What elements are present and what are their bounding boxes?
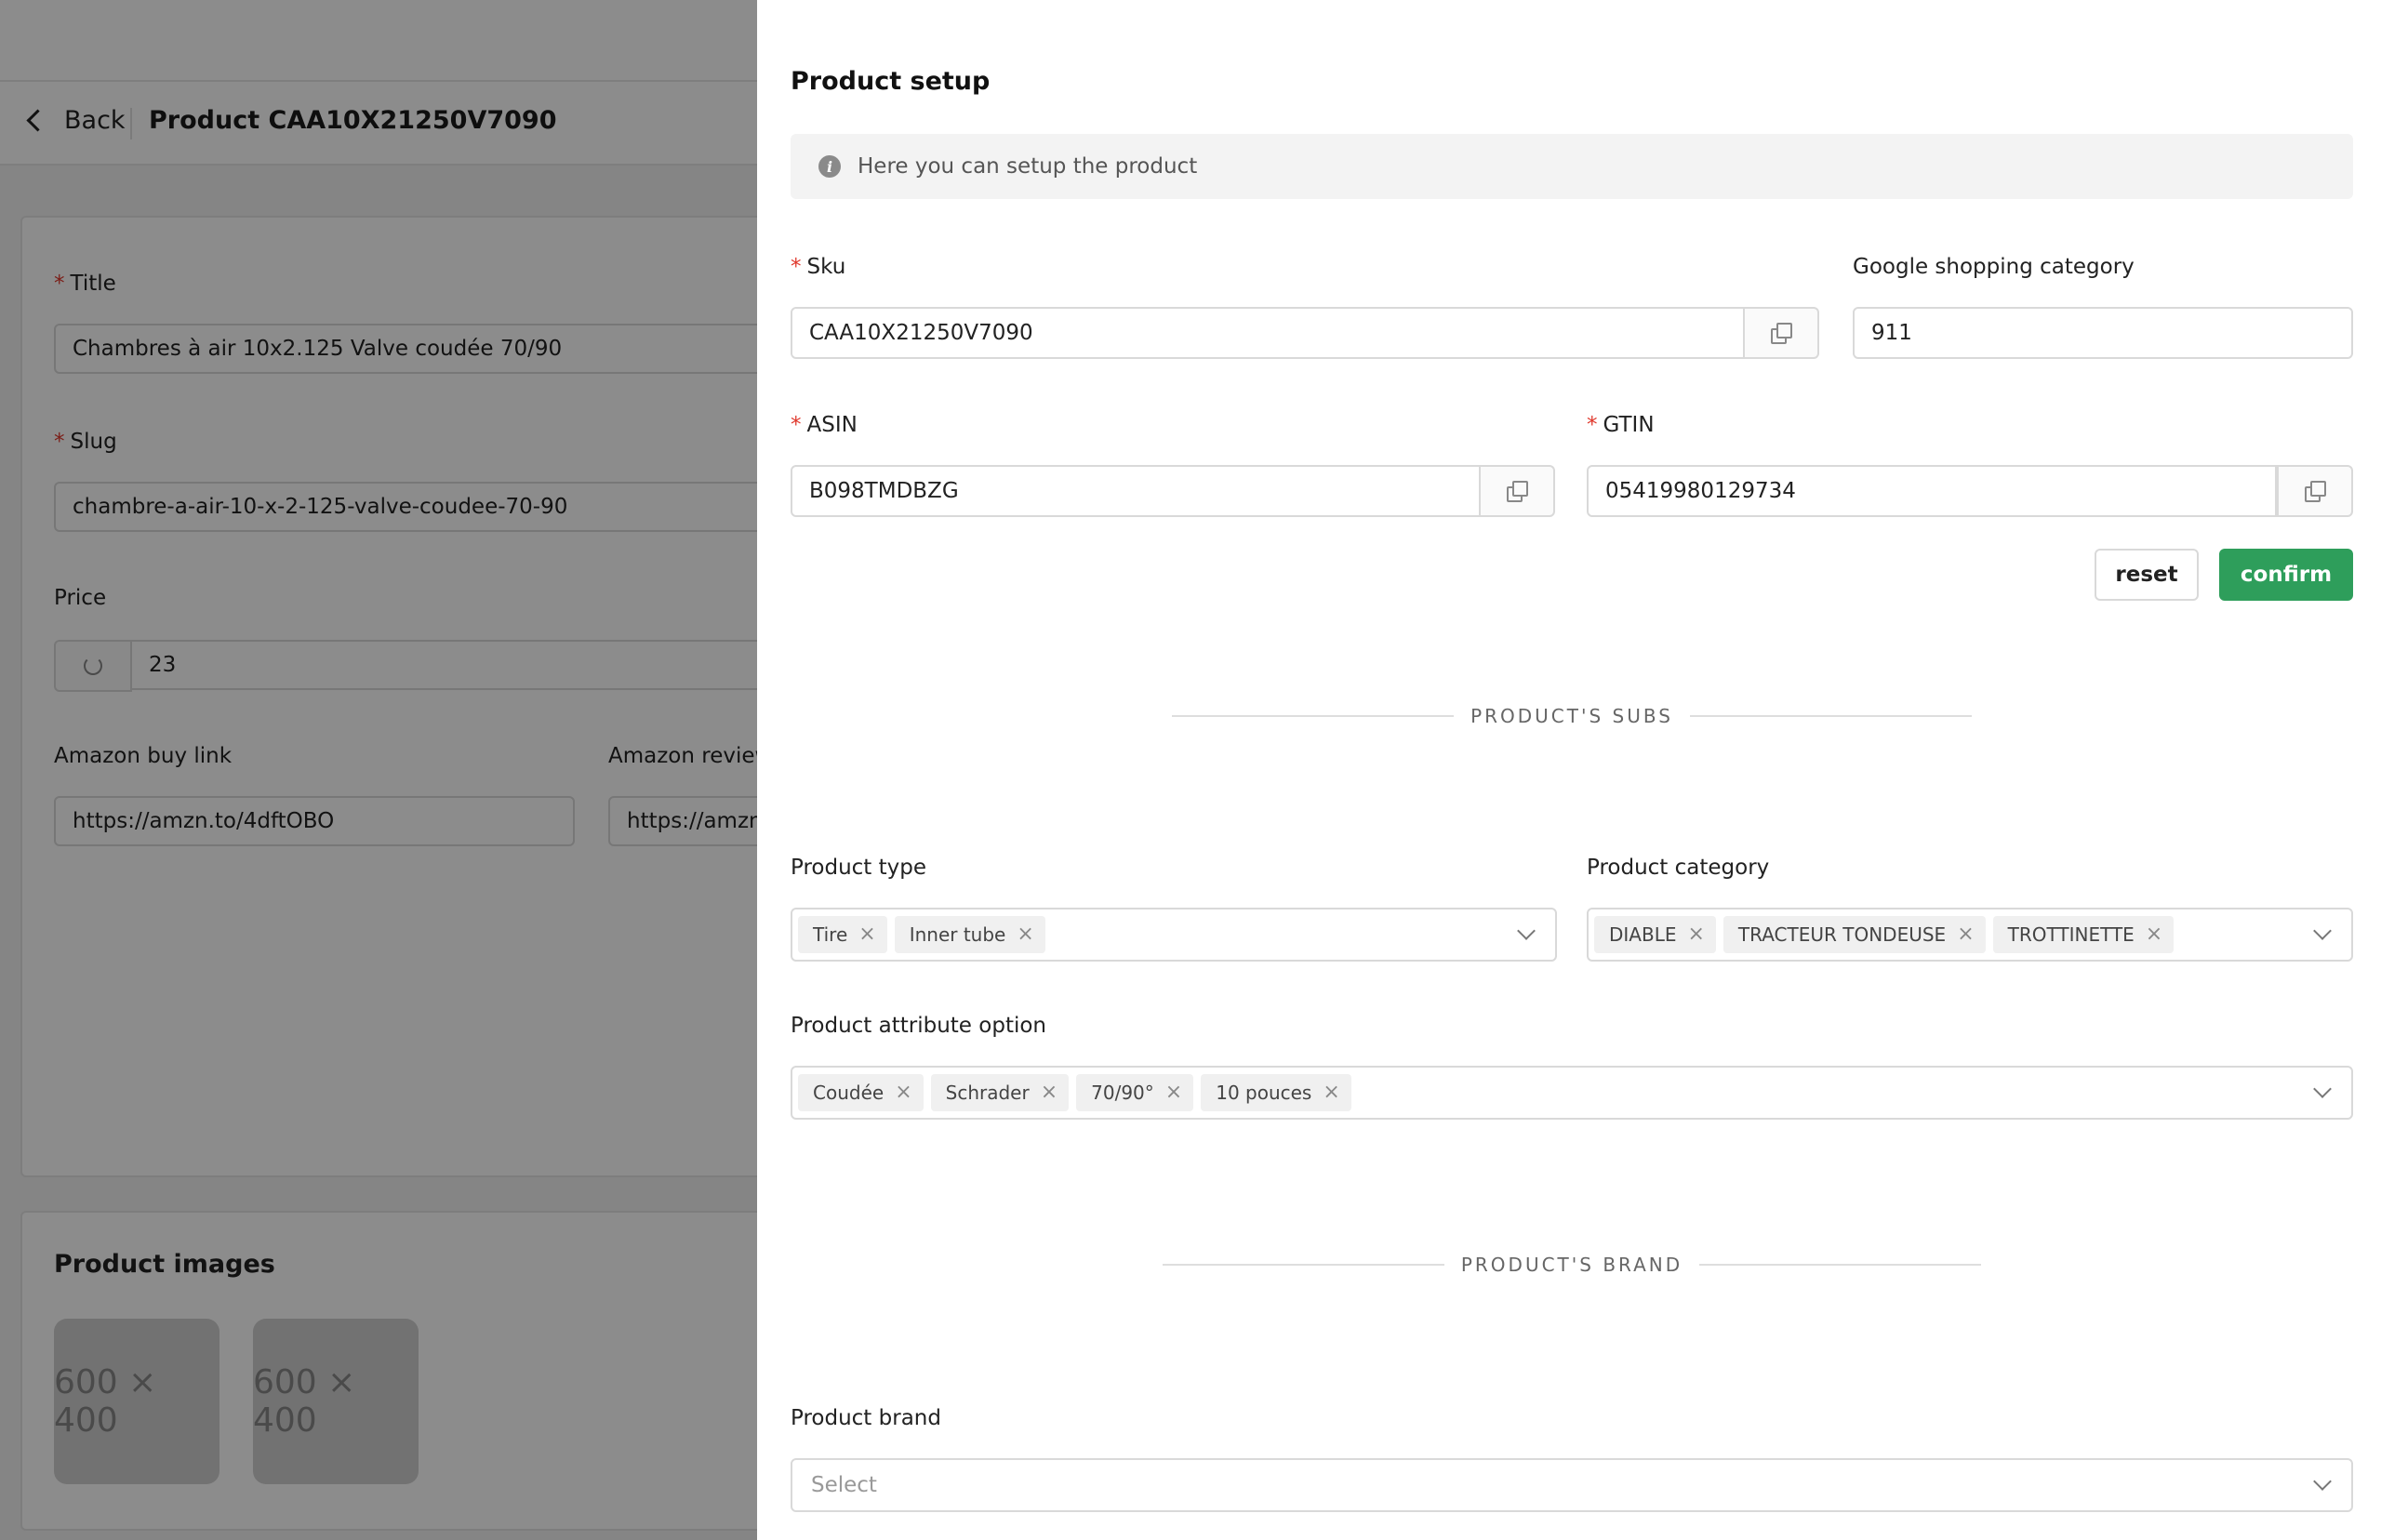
close-icon[interactable]: × (895, 1082, 911, 1103)
close-icon[interactable]: × (1017, 924, 1033, 945)
divider-line (1163, 1264, 1444, 1266)
gtin-input[interactable]: 05419980129734 (1587, 465, 2277, 517)
select-placeholder: Select (811, 1473, 877, 1497)
required-mark: * (1587, 413, 1598, 437)
tag: 70/90° × (1076, 1074, 1194, 1111)
product-category-select[interactable]: DIABLE × TRACTEUR TONDEUSE × TROTTINETTE × (1587, 908, 2353, 962)
close-icon[interactable]: × (1165, 1082, 1182, 1103)
chevron-down-icon (1517, 922, 1536, 940)
chevron-down-icon (2313, 1472, 2332, 1491)
asin-label: * ASIN (791, 413, 858, 437)
subs-divider: PRODUCT'S SUBS (1172, 705, 1972, 727)
asin-copy-button[interactable] (1479, 465, 1555, 517)
close-icon[interactable]: × (1041, 1082, 1057, 1103)
subs-divider-text: PRODUCT'S SUBS (1470, 705, 1673, 727)
divider-line (1172, 715, 1455, 717)
tag: Schrader × (930, 1074, 1070, 1111)
google-category-label: Google shopping category (1853, 255, 2135, 279)
copy-icon (2305, 481, 2326, 502)
tag: DIABLE × (1594, 916, 1716, 953)
info-icon: i (818, 155, 841, 178)
attribute-option-label: Product attribute option (791, 1014, 1047, 1038)
tag: Inner tube × (894, 916, 1045, 953)
divider-line (1689, 715, 1972, 717)
required-mark: * (791, 255, 802, 279)
sku-label: * Sku (791, 255, 846, 279)
sku-copy-button[interactable] (1743, 307, 1819, 359)
tag: TRACTEUR TONDEUSE × (1723, 916, 1986, 953)
close-icon[interactable]: × (1957, 924, 1974, 945)
info-text: Here you can setup the product (858, 154, 1198, 179)
brand-divider-text: PRODUCT'S BRAND (1460, 1254, 1683, 1276)
product-setup-drawer: Product setup i Here you can setup the p… (757, 0, 2381, 1540)
tag: Coudée × (798, 1074, 924, 1111)
brand-divider: PRODUCT'S BRAND (1163, 1254, 1982, 1276)
close-icon[interactable]: × (858, 924, 875, 945)
chevron-down-icon (2313, 922, 2332, 940)
product-type-select[interactable]: Tire × Inner tube × (791, 908, 1557, 962)
gtin-copy-button[interactable] (2277, 465, 2353, 517)
sku-input[interactable]: CAA10X21250V7090 (791, 307, 1745, 359)
modal-overlay[interactable] (0, 0, 757, 1540)
copy-icon (1507, 481, 1528, 502)
product-brand-label: Product brand (791, 1406, 941, 1430)
close-icon[interactable]: × (1323, 1082, 1339, 1103)
reset-button[interactable]: reset (2095, 549, 2199, 601)
confirm-button[interactable]: confirm (2219, 549, 2353, 601)
info-alert: i Here you can setup the product (791, 134, 2353, 199)
gtin-label: * GTIN (1587, 413, 1655, 437)
tag: 10 pouces × (1201, 1074, 1351, 1111)
chevron-down-icon (2313, 1080, 2332, 1098)
drawer-title: Product setup (791, 67, 991, 96)
product-category-label: Product category (1587, 856, 1770, 880)
required-mark: * (791, 413, 802, 437)
tag: TROTTINETTE × (1992, 916, 2175, 953)
product-type-label: Product type (791, 856, 927, 880)
close-icon[interactable]: × (1687, 924, 1704, 945)
attribute-option-select[interactable]: Coudée × Schrader × 70/90° × 10 pouces × (791, 1066, 2353, 1120)
google-category-input[interactable]: 911 (1853, 307, 2353, 359)
product-brand-select[interactable]: Select (791, 1458, 2353, 1512)
copy-icon (1771, 323, 1792, 344)
asin-input[interactable]: B098TMDBZG (791, 465, 1481, 517)
close-icon[interactable]: × (2146, 924, 2162, 945)
divider-line (1699, 1264, 1982, 1266)
tag: Tire × (798, 916, 887, 953)
